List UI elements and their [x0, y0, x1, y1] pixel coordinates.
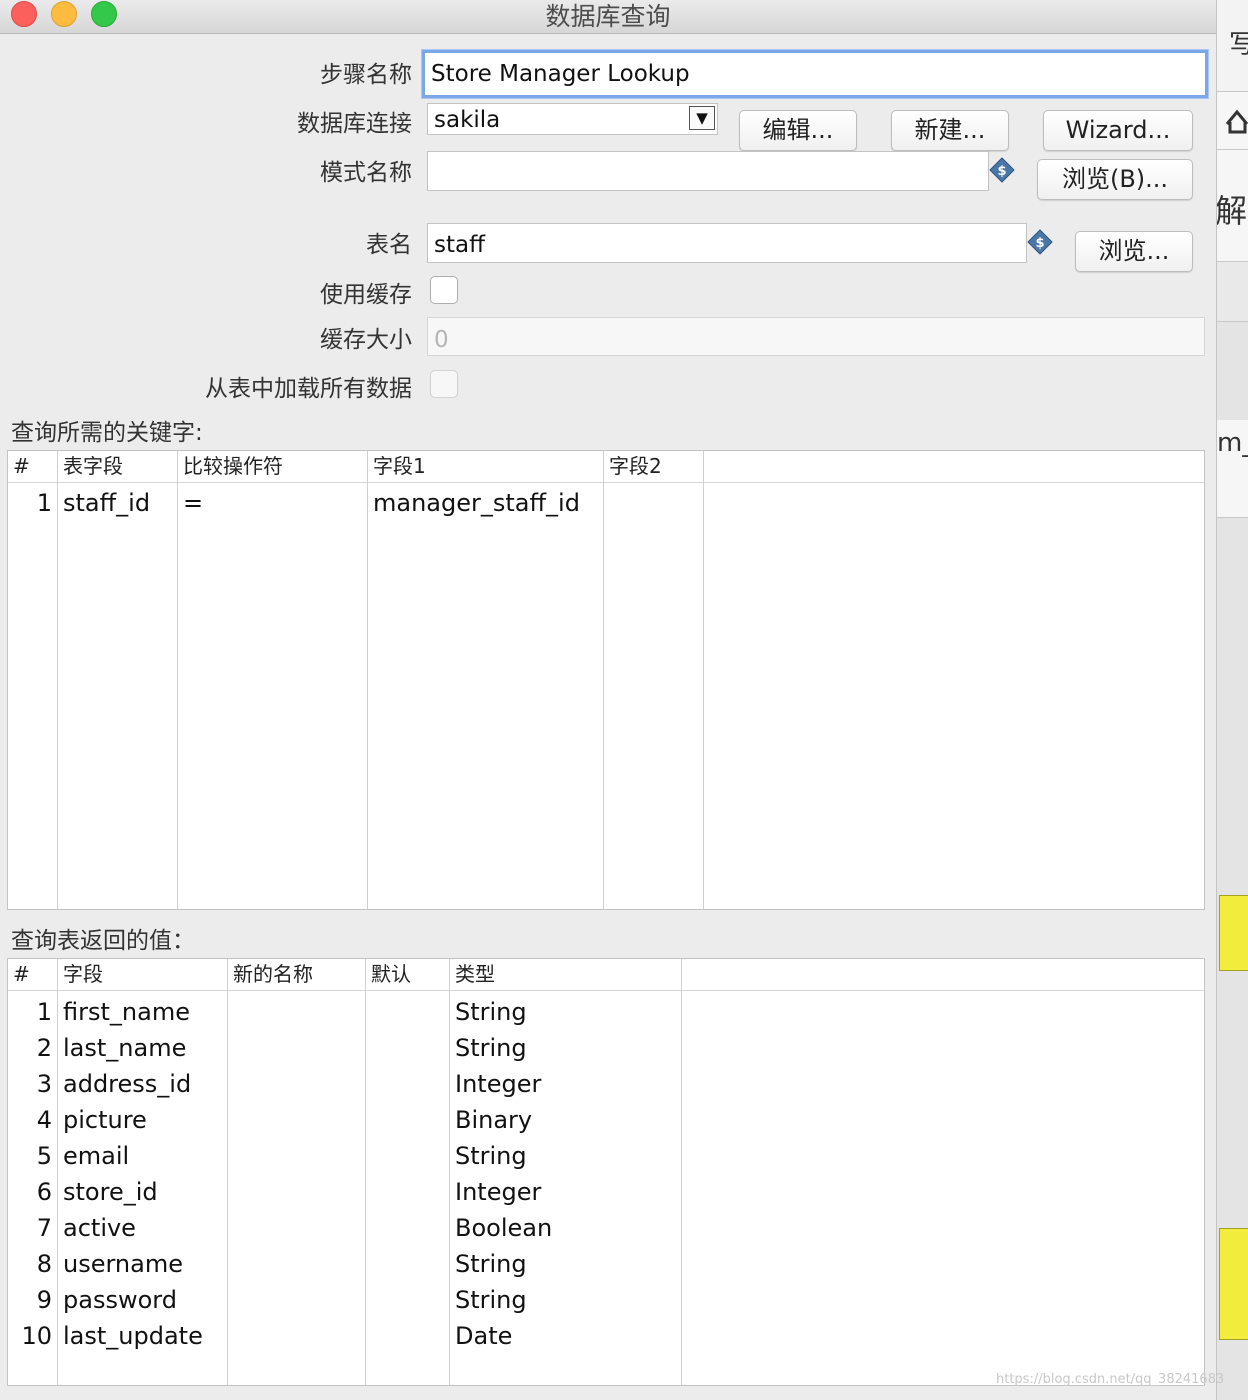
type-cell[interactable]: String [455, 1246, 527, 1282]
type-cell[interactable]: Binary [455, 1102, 532, 1138]
column-header[interactable]: # [8, 959, 30, 991]
field-cell[interactable]: last_update [63, 1318, 203, 1354]
table-input[interactable]: staff [427, 223, 1027, 263]
watermark: https://blog.csdn.net/qq_38241683 [996, 1372, 1225, 1387]
variable-icon[interactable]: $ [989, 157, 1015, 183]
background-panel: m_ [1217, 420, 1248, 518]
table-field-cell[interactable]: staff_id [63, 485, 150, 521]
field-cell[interactable]: picture [63, 1102, 147, 1138]
table-label: 表名 [366, 232, 412, 258]
browse-table-button[interactable]: 浏览... [1075, 231, 1193, 272]
title-bar: 数据库查询 [0, 0, 1216, 34]
row-number: 4 [36, 1106, 52, 1134]
column-divider [449, 959, 450, 1385]
type-cell[interactable]: Boolean [455, 1210, 552, 1246]
column-header[interactable]: 字段2 [604, 451, 662, 483]
load-all-label: 从表中加载所有数据 [205, 376, 412, 402]
column-header[interactable]: 表字段 [58, 451, 123, 483]
row-number: 7 [36, 1214, 52, 1242]
column-header[interactable]: 类型 [450, 959, 495, 991]
type-cell[interactable]: String [455, 994, 527, 1030]
note-shape [1219, 895, 1248, 971]
browse-schema-button[interactable]: 浏览(B)... [1037, 159, 1193, 200]
background-text: m_ [1217, 428, 1248, 458]
dropdown-arrow-icon[interactable]: ▼ [689, 106, 715, 130]
svg-text:$: $ [997, 164, 1006, 179]
return-values-table[interactable]: # 字段 新的名称 默认 类型 1 first_name String 2 la… [7, 958, 1205, 1386]
row-number: 1 [36, 489, 52, 517]
background-text: 解 [1217, 192, 1248, 230]
step-name-label: 步骤名称 [320, 62, 412, 88]
step-name-input[interactable]: Store Manager Lookup [422, 50, 1208, 98]
row-number: 10 [21, 1322, 52, 1350]
edit-connection-button[interactable]: 编辑... [739, 110, 857, 151]
column-divider [227, 959, 228, 1385]
use-cache-checkbox[interactable] [430, 276, 458, 304]
cache-size-input[interactable]: 0 [427, 317, 1205, 356]
type-cell[interactable]: Integer [455, 1066, 541, 1102]
return-section-title: 查询表返回的值： [11, 928, 195, 954]
schema-label: 模式名称 [320, 160, 412, 186]
column-divider [367, 451, 368, 909]
return-table-header: # 字段 新的名称 默认 类型 [8, 959, 1204, 991]
cache-size-label: 缓存大小 [320, 327, 412, 353]
field-cell[interactable]: store_id [63, 1174, 158, 1210]
column-divider [681, 959, 682, 1385]
home-icon [1217, 92, 1248, 150]
row-number: 5 [36, 1142, 52, 1170]
column-divider [177, 451, 178, 909]
type-cell[interactable]: String [455, 1030, 527, 1066]
row-number: 6 [36, 1178, 52, 1206]
field-cell[interactable]: last_name [63, 1030, 186, 1066]
field-cell[interactable]: email [63, 1138, 129, 1174]
field-cell[interactable]: active [63, 1210, 136, 1246]
type-cell[interactable]: Date [455, 1318, 512, 1354]
field-cell[interactable]: address_id [63, 1066, 191, 1102]
svg-text:$: $ [1035, 236, 1044, 251]
keys-section-title: 查询所需的关键字: [11, 420, 203, 446]
keys-table[interactable]: # 表字段 比较操作符 字段1 字段2 1 staff_id = manager… [7, 450, 1205, 910]
column-header[interactable]: 新的名称 [228, 959, 313, 991]
column-header[interactable]: 字段 [58, 959, 103, 991]
load-all-checkbox[interactable] [430, 370, 458, 398]
column-header[interactable]: 比较操作符 [178, 451, 283, 483]
note-shape [1219, 1228, 1248, 1340]
type-cell[interactable]: Integer [455, 1174, 541, 1210]
column-divider [603, 451, 604, 909]
row-number: 3 [36, 1070, 52, 1098]
row-number: 8 [36, 1250, 52, 1278]
row-number: 9 [36, 1286, 52, 1314]
comparator-cell[interactable]: = [183, 485, 203, 521]
column-header[interactable]: 默认 [366, 959, 411, 991]
column-divider [57, 959, 58, 1385]
field-cell[interactable]: password [63, 1282, 177, 1318]
column-divider [57, 451, 58, 909]
row-number: 2 [36, 1034, 52, 1062]
background-panel: 解 [1217, 150, 1248, 262]
field-cell[interactable]: username [63, 1246, 183, 1282]
field1-cell[interactable]: manager_staff_id [373, 485, 580, 521]
keys-table-header: # 表字段 比较操作符 字段1 字段2 [8, 451, 1204, 483]
background-text: 写 [1229, 24, 1248, 61]
variable-icon[interactable]: $ [1027, 229, 1053, 255]
wizard-button[interactable]: Wizard... [1043, 110, 1193, 151]
schema-input[interactable] [427, 151, 989, 191]
column-divider [703, 451, 704, 909]
type-cell[interactable]: String [455, 1282, 527, 1318]
column-divider [365, 959, 366, 1385]
connection-label: 数据库连接 [297, 111, 412, 137]
column-header[interactable]: # [8, 451, 30, 483]
window-title: 数据库查询 [545, 2, 671, 31]
column-header[interactable]: 字段1 [368, 451, 426, 483]
new-connection-button[interactable]: 新建... [891, 110, 1009, 151]
background-window: 写 解 m_ [1216, 0, 1248, 1400]
connection-select[interactable]: sakila ▼ [427, 103, 718, 135]
field-cell[interactable]: first_name [63, 994, 190, 1030]
background-panel: 写 [1217, 0, 1248, 92]
type-cell[interactable]: String [455, 1138, 527, 1174]
connection-value: sakila [434, 107, 501, 133]
row-number: 1 [36, 998, 52, 1026]
use-cache-label: 使用缓存 [320, 282, 412, 308]
background-panel [1217, 262, 1248, 322]
